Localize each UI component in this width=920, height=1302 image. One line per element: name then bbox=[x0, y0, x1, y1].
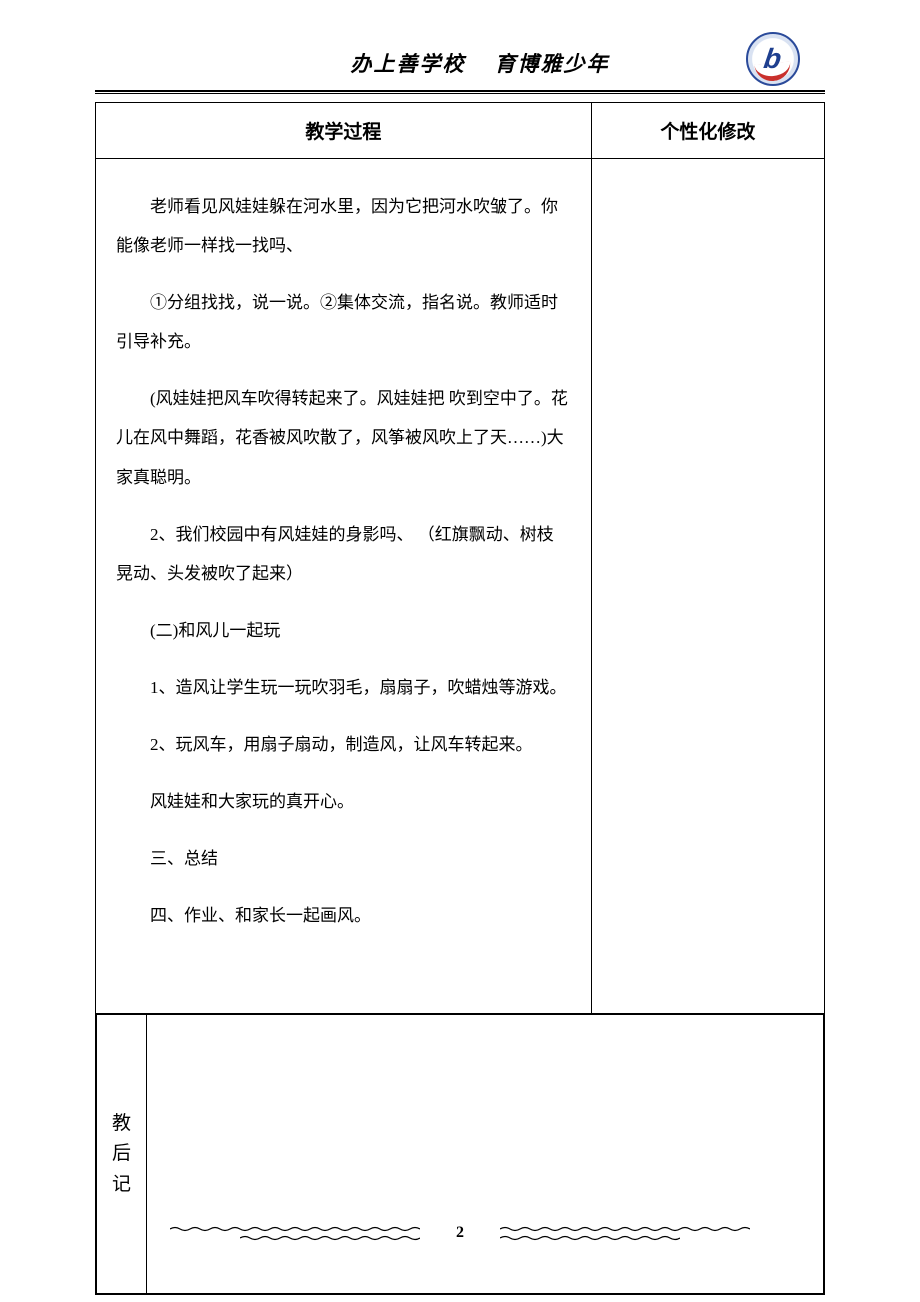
wavy-line-icon bbox=[500, 1235, 680, 1241]
para: 引导补充。 bbox=[116, 322, 571, 361]
afternote-char: 记 bbox=[97, 1170, 146, 1200]
para: 家真聪明。 bbox=[116, 458, 571, 497]
page: 办上善学校 育博雅少年 b 教学过程 个性化修改 老师看见风娃娃躲在河水里，因为… bbox=[0, 0, 920, 1302]
header-motto: 办上善学校 育博雅少年 bbox=[351, 48, 610, 78]
para: 1、造风让学生玩一玩吹羽毛，扇扇子，吹蜡烛等游戏。 bbox=[116, 668, 571, 707]
lesson-table: 教学过程 个性化修改 老师看见风娃娃躲在河水里，因为它把河水吹皱了。你 能像老师… bbox=[95, 102, 825, 1295]
header-double-rule bbox=[95, 90, 825, 94]
footer-ornament-right bbox=[470, 1226, 825, 1241]
afternote-char: 后 bbox=[97, 1139, 146, 1169]
para: 晃动、头发被吹了起来） bbox=[116, 554, 571, 593]
wavy-line-icon bbox=[240, 1235, 420, 1241]
table-content-row: 老师看见风娃娃躲在河水里，因为它把河水吹皱了。你 能像老师一样找一找吗、 ①分组… bbox=[96, 159, 825, 1014]
table-header-row: 教学过程 个性化修改 bbox=[96, 103, 825, 159]
para: 2、玩风车，用扇子扇动，制造风，让风车转起来。 bbox=[116, 725, 571, 764]
teaching-process-cell: 老师看见风娃娃躲在河水里，因为它把河水吹皱了。你 能像老师一样找一找吗、 ①分组… bbox=[96, 159, 592, 1014]
wavy-line-icon bbox=[500, 1226, 750, 1232]
para: 2、我们校园中有风娃娃的身影吗、 （红旗飘动、树枝 bbox=[116, 515, 571, 554]
para: 老师看见风娃娃躲在河水里，因为它把河水吹皱了。你 bbox=[116, 187, 571, 226]
page-header: 办上善学校 育博雅少年 b bbox=[95, 40, 825, 86]
school-logo-icon: b bbox=[746, 32, 800, 86]
after-note-label-cell: 教 后 记 bbox=[97, 1015, 147, 1294]
after-note-content-cell bbox=[147, 1015, 824, 1294]
para: 儿在风中舞蹈，花香被风吹散了，风筝被风吹上了天……)大 bbox=[116, 418, 571, 457]
afternote-char: 教 bbox=[97, 1109, 146, 1139]
para: 能像老师一样找一找吗、 bbox=[116, 226, 571, 265]
para: 风娃娃和大家玩的真开心。 bbox=[116, 782, 571, 821]
page-footer: 2 bbox=[95, 1224, 825, 1242]
col-header-notes: 个性化修改 bbox=[591, 103, 824, 159]
para: 四、作业、和家长一起画风。 bbox=[116, 896, 571, 935]
col-header-process: 教学过程 bbox=[96, 103, 592, 159]
para: (风娃娃把风车吹得转起来了。风娃娃把 吹到空中了。花 bbox=[116, 379, 571, 418]
para: 三、总结 bbox=[116, 839, 571, 878]
page-number: 2 bbox=[450, 1224, 470, 1242]
para: (二)和风儿一起玩 bbox=[116, 611, 571, 650]
para: ①分组找找，说一说。②集体交流，指名说。教师适时 bbox=[116, 283, 571, 322]
personal-notes-cell bbox=[591, 159, 824, 1014]
footer-ornament-left bbox=[95, 1226, 450, 1241]
wavy-line-icon bbox=[170, 1226, 420, 1232]
